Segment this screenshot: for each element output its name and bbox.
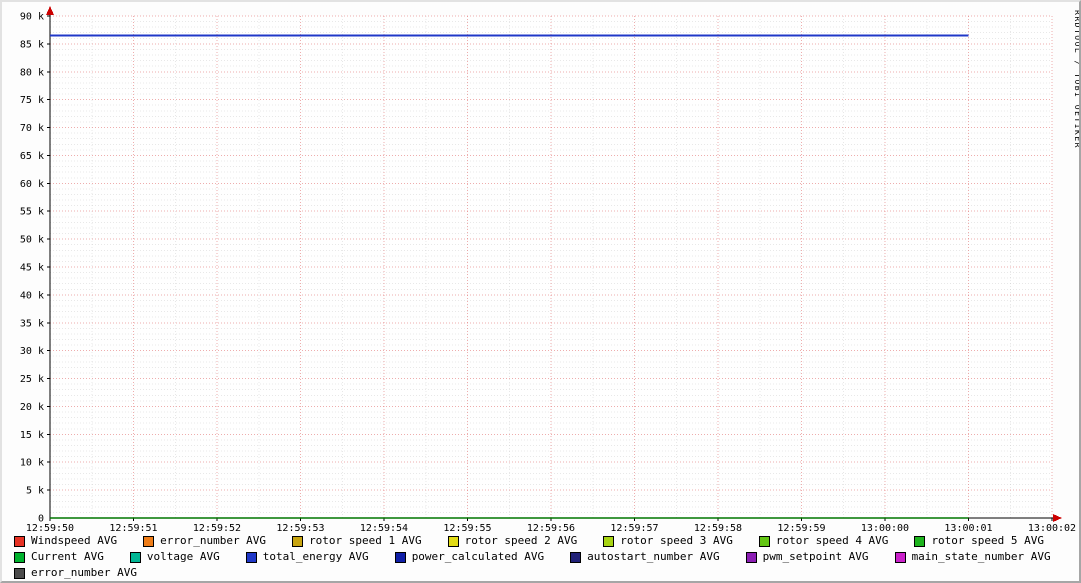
legend-label: autostart_number AVG	[587, 550, 720, 563]
y-tick-label: 50 k	[20, 235, 44, 246]
y-tick-label: 25 k	[20, 374, 44, 385]
legend-label: rotor speed 3 AVG	[620, 534, 733, 547]
y-tick-label: 70 k	[20, 123, 44, 134]
legend-item: power_calculated AVG	[394, 549, 545, 565]
legend-item: rotor speed 1 AVG	[292, 533, 422, 549]
y-tick-label: 45 k	[20, 263, 44, 274]
legend-label: Current AVG	[31, 550, 104, 563]
y-tick-label: 30 k	[20, 346, 44, 357]
legend-swatch-icon	[745, 551, 757, 563]
legend-label: rotor speed 2 AVG	[464, 534, 578, 547]
legend-label: rotor speed 4 AVG	[775, 534, 889, 547]
y-axis-arrow-icon	[46, 6, 54, 15]
legend-swatch-icon	[14, 567, 25, 579]
legend: Windspeed AVG error_number AVG rotor speed…	[14, 533, 1073, 581]
y-tick-label: 20 k	[20, 402, 44, 413]
legend-label: rotor speed 5 AVG	[931, 534, 1045, 547]
legend-swatch-icon	[245, 551, 257, 563]
legend-item: error_number AVG	[143, 533, 266, 549]
legend-label: error_number AVG	[31, 566, 137, 579]
legend-item: rotor speed 5 AVG	[914, 533, 1044, 549]
y-tick-label: 60 k	[20, 179, 44, 190]
legend-swatch-icon	[143, 535, 155, 547]
legend-swatch-icon	[129, 551, 141, 563]
chart: RRDTOOL / TOBI OETIKER 05 k10 k15 k20 k2…	[20, 6, 1081, 534]
legend-row: Current AVG voltage AVG total_energy AVG po…	[14, 549, 1073, 565]
y-tick-label: 85 k	[20, 39, 44, 50]
legend-item: autostart_number AVG	[570, 549, 720, 565]
y-tick-label: 10 k	[20, 458, 44, 469]
legend-label: rotor speed 1 AVG	[309, 534, 422, 547]
legend-swatch-icon	[447, 535, 459, 547]
legend-item: rotor speed 3 AVG	[603, 533, 733, 549]
legend-swatch-icon	[758, 535, 770, 547]
legend-row: error_number AVG	[14, 565, 1073, 581]
legend-swatch-icon	[14, 551, 25, 563]
legend-label: main_state_number AVG	[911, 550, 1051, 563]
legend-row: Windspeed AVG error_number AVG rotor speed…	[14, 533, 1073, 549]
y-tick-label: 40 k	[20, 290, 44, 301]
legend-label: power_calculated AVG	[411, 550, 545, 563]
legend-item: main_state_number AVG	[894, 549, 1051, 565]
watermark: RRDTOOL / TOBI OETIKER	[1073, 10, 1081, 149]
y-tick-label: 35 k	[20, 318, 44, 329]
legend-item: rotor speed 2 AVG	[447, 533, 578, 549]
y-axis-labels: 05 k10 k15 k20 k25 k30 k35 k40 k45 k50 k…	[20, 12, 44, 525]
y-tick-label: 55 k	[20, 207, 44, 218]
legend-item: pwm_setpoint AVG	[745, 549, 869, 565]
y-tick-label: 90 k	[20, 12, 44, 23]
legend-item: error_number AVG	[14, 565, 137, 581]
legend-swatch-icon	[394, 551, 406, 563]
x-axis-arrow-icon	[1053, 514, 1062, 522]
y-tick-label: 75 k	[20, 95, 44, 106]
y-tick-label: 15 k	[20, 430, 44, 441]
rrdtool-graph: RRDTOOL / TOBI OETIKER 05 k10 k15 k20 k2…	[0, 0, 1081, 583]
y-tick-label: 65 k	[20, 151, 44, 162]
y-tick-label: 5 k	[26, 486, 44, 497]
legend-label: Windspeed AVG	[31, 534, 118, 547]
legend-item: Current AVG	[14, 549, 104, 565]
legend-label: total_energy AVG	[262, 550, 369, 563]
legend-label: pwm_setpoint AVG	[762, 550, 869, 563]
legend-item: total_energy AVG	[245, 549, 369, 565]
legend-swatch-icon	[914, 535, 926, 547]
legend-item: voltage AVG	[129, 549, 220, 565]
legend-swatch-icon	[292, 535, 304, 547]
legend-swatch-icon	[570, 551, 582, 563]
legend-item: Windspeed AVG	[14, 533, 117, 549]
legend-label: error_number AVG	[160, 534, 267, 547]
legend-label: voltage AVG	[146, 550, 220, 563]
legend-item: rotor speed 4 AVG	[758, 533, 889, 549]
legend-swatch-icon	[603, 535, 615, 547]
y-tick-label: 80 k	[20, 67, 44, 78]
legend-swatch-icon	[14, 535, 25, 547]
legend-swatch-icon	[894, 551, 906, 563]
